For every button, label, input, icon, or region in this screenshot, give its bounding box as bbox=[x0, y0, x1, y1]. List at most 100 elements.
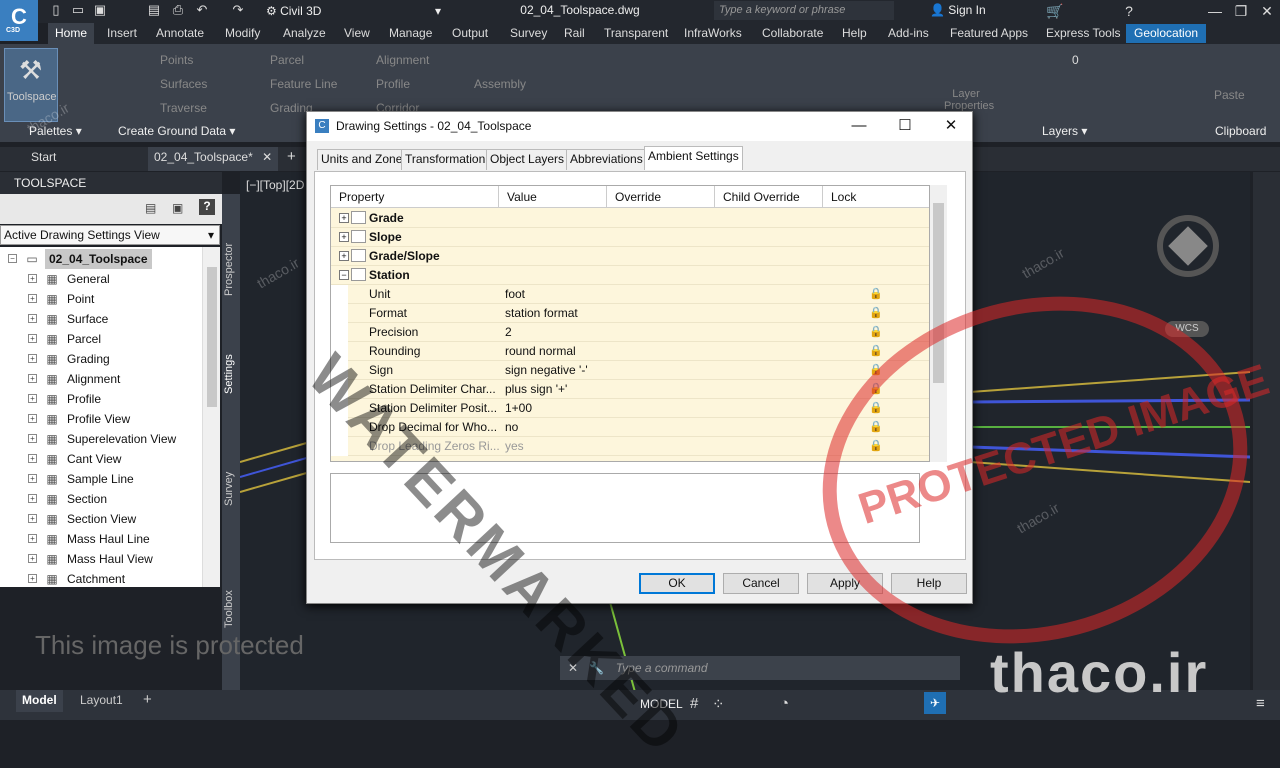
expand-icon[interactable]: + bbox=[28, 334, 37, 343]
paste-button[interactable]: Paste bbox=[1214, 88, 1245, 102]
tab-insert[interactable]: Insert bbox=[107, 26, 137, 40]
layer-properties-button[interactable]: Layer Properties bbox=[944, 88, 994, 112]
workspace-select[interactable]: ⚙ Civil 3D ▾ bbox=[266, 2, 441, 20]
grid-row[interactable]: 🔒 Format station format bbox=[331, 304, 929, 323]
customize-icon[interactable]: 🔧 bbox=[589, 661, 604, 675]
property-value[interactable]: 1+00 bbox=[505, 399, 532, 418]
panel-palettes[interactable]: Palettes ▾ bbox=[29, 124, 82, 138]
expand-icon[interactable]: + bbox=[28, 414, 37, 423]
cart-icon[interactable]: 🛒 bbox=[1042, 1, 1068, 21]
grid-row[interactable]: 🔒 Station Delimiter Posit... 1+00 bbox=[331, 399, 929, 418]
tab-prospector[interactable]: Prospector bbox=[223, 224, 239, 314]
property-value[interactable]: sign negative '-' bbox=[505, 361, 588, 380]
tab-modify[interactable]: Modify bbox=[225, 26, 260, 40]
points-button[interactable]: Points bbox=[160, 53, 193, 67]
scroll-thumb[interactable] bbox=[207, 267, 217, 407]
panel-clipboard[interactable]: Clipboard bbox=[1215, 124, 1266, 138]
lock-icon[interactable]: 🔒 bbox=[869, 420, 883, 434]
tree-item[interactable]: + ▦ Superelevation View bbox=[0, 429, 202, 449]
help-icon[interactable]: ? bbox=[1116, 1, 1142, 21]
lock-icon[interactable]: 🔒 bbox=[869, 306, 883, 320]
tab-analyze[interactable]: Analyze bbox=[283, 26, 326, 40]
tab-units-and-zone[interactable]: Units and Zone bbox=[317, 149, 407, 170]
tab-settings[interactable]: Settings bbox=[223, 344, 239, 404]
expand-icon[interactable]: + bbox=[339, 213, 349, 223]
tree-item[interactable]: + ▦ Profile View bbox=[0, 409, 202, 429]
tab-manage[interactable]: Manage bbox=[389, 26, 432, 40]
tab-featured-apps[interactable]: Featured Apps bbox=[950, 26, 1028, 40]
tree-item[interactable]: + ▦ Mass Haul View bbox=[0, 549, 202, 569]
lock-icon[interactable]: 🔒 bbox=[869, 401, 883, 415]
tab-annotate[interactable]: Annotate bbox=[156, 26, 204, 40]
tree-item[interactable]: + ▦ Alignment bbox=[0, 369, 202, 389]
property-value[interactable]: round normal bbox=[505, 342, 576, 361]
dialog-minimize-button[interactable]: — bbox=[849, 117, 869, 135]
tree-item[interactable]: + ▦ Mass Haul Line bbox=[0, 529, 202, 549]
property-value[interactable]: 2 bbox=[505, 323, 512, 342]
grid-scroll-thumb[interactable] bbox=[933, 203, 944, 383]
tab-survey[interactable]: Survey bbox=[510, 26, 547, 40]
add-layout-button[interactable]: + bbox=[143, 691, 152, 708]
view-select[interactable]: Active Drawing Settings View ▾ bbox=[0, 225, 220, 245]
grid-group-row[interactable]: + Grade/Slope bbox=[331, 247, 929, 266]
grid-row[interactable]: 🔒 Unit foot bbox=[331, 285, 929, 304]
model-tab[interactable]: Model bbox=[16, 690, 63, 712]
col-value[interactable]: Value bbox=[499, 186, 607, 208]
tree-item[interactable]: + ▦ Surface bbox=[0, 309, 202, 329]
grid-scrollbar[interactable] bbox=[930, 185, 947, 462]
saveas-icon[interactable]: ▤ bbox=[146, 2, 162, 18]
expand-icon[interactable]: + bbox=[28, 354, 37, 363]
col-lock[interactable]: Lock bbox=[823, 186, 929, 208]
apply-button[interactable]: Apply bbox=[807, 573, 883, 594]
ok-button[interactable]: OK bbox=[639, 573, 715, 594]
grid-group-row[interactable]: − Station bbox=[331, 266, 929, 285]
expand-icon[interactable]: + bbox=[28, 314, 37, 323]
tab-output[interactable]: Output bbox=[452, 26, 488, 40]
feature-line-button[interactable]: Feature Line bbox=[270, 77, 337, 91]
viewport-label[interactable]: [−][Top][2D bbox=[246, 178, 304, 192]
property-value[interactable]: no bbox=[505, 418, 518, 437]
command-input[interactable]: Type a command bbox=[616, 661, 708, 675]
menu-icon[interactable]: ≡ bbox=[1256, 695, 1265, 712]
col-child-override[interactable]: Child Override bbox=[715, 186, 823, 208]
collapse-icon[interactable]: − bbox=[339, 270, 349, 280]
new-tab-button[interactable]: + bbox=[287, 148, 296, 165]
expand-icon[interactable]: + bbox=[28, 494, 37, 503]
item-view-icon[interactable]: ▤ bbox=[145, 201, 156, 215]
col-property[interactable]: Property bbox=[331, 186, 499, 208]
lock-icon[interactable]: 🔒 bbox=[869, 325, 883, 339]
expand-icon[interactable]: + bbox=[28, 454, 37, 463]
panel-layers[interactable]: Layers ▾ bbox=[1042, 124, 1087, 138]
collapse-icon[interactable]: − bbox=[8, 254, 17, 263]
tab-object-layers[interactable]: Object Layers bbox=[486, 149, 569, 170]
tree-item[interactable]: + ▦ Sample Line bbox=[0, 469, 202, 489]
drawing-tab[interactable]: 02_04_Toolspace* ✕ bbox=[148, 147, 279, 171]
lock-icon[interactable]: 🔒 bbox=[869, 439, 883, 453]
tab-transparent[interactable]: Transparent bbox=[604, 26, 668, 40]
redo-icon[interactable]: ↷ bbox=[230, 2, 246, 18]
col-override[interactable]: Override bbox=[607, 186, 715, 208]
close-button[interactable]: ✕ bbox=[1254, 1, 1280, 21]
snap-icon[interactable]: ⁘ bbox=[712, 695, 725, 713]
tree-item[interactable]: + ▦ Section View bbox=[0, 509, 202, 529]
wcs-menu[interactable]: WCS bbox=[1165, 321, 1209, 337]
tree-item[interactable]: + ▦ Point bbox=[0, 289, 202, 309]
model-space-button[interactable]: MODEL bbox=[640, 697, 683, 711]
tab-geolocation[interactable]: Geolocation bbox=[1126, 24, 1207, 43]
layer-number[interactable]: 0 bbox=[1072, 53, 1079, 67]
cancel-button[interactable]: Cancel bbox=[723, 573, 799, 594]
alignment-button[interactable]: Alignment bbox=[376, 53, 429, 67]
property-value[interactable]: plus sign '+' bbox=[505, 380, 567, 399]
annotation-icon[interactable]: ✈ bbox=[924, 692, 946, 714]
parcel-button[interactable]: Parcel bbox=[270, 53, 304, 67]
expand-icon[interactable]: + bbox=[28, 554, 37, 563]
profile-button[interactable]: Profile bbox=[376, 77, 410, 91]
preview-icon[interactable]: ▣ bbox=[172, 201, 183, 215]
expand-icon[interactable]: + bbox=[28, 474, 37, 483]
lock-icon[interactable]: 🔒 bbox=[869, 363, 883, 377]
viewcube[interactable] bbox=[1157, 215, 1219, 277]
expand-icon[interactable]: + bbox=[28, 574, 37, 583]
expand-icon[interactable]: + bbox=[28, 394, 37, 403]
tree-item[interactable]: + ▦ Cant View bbox=[0, 449, 202, 469]
start-tab[interactable]: Start bbox=[31, 150, 56, 164]
